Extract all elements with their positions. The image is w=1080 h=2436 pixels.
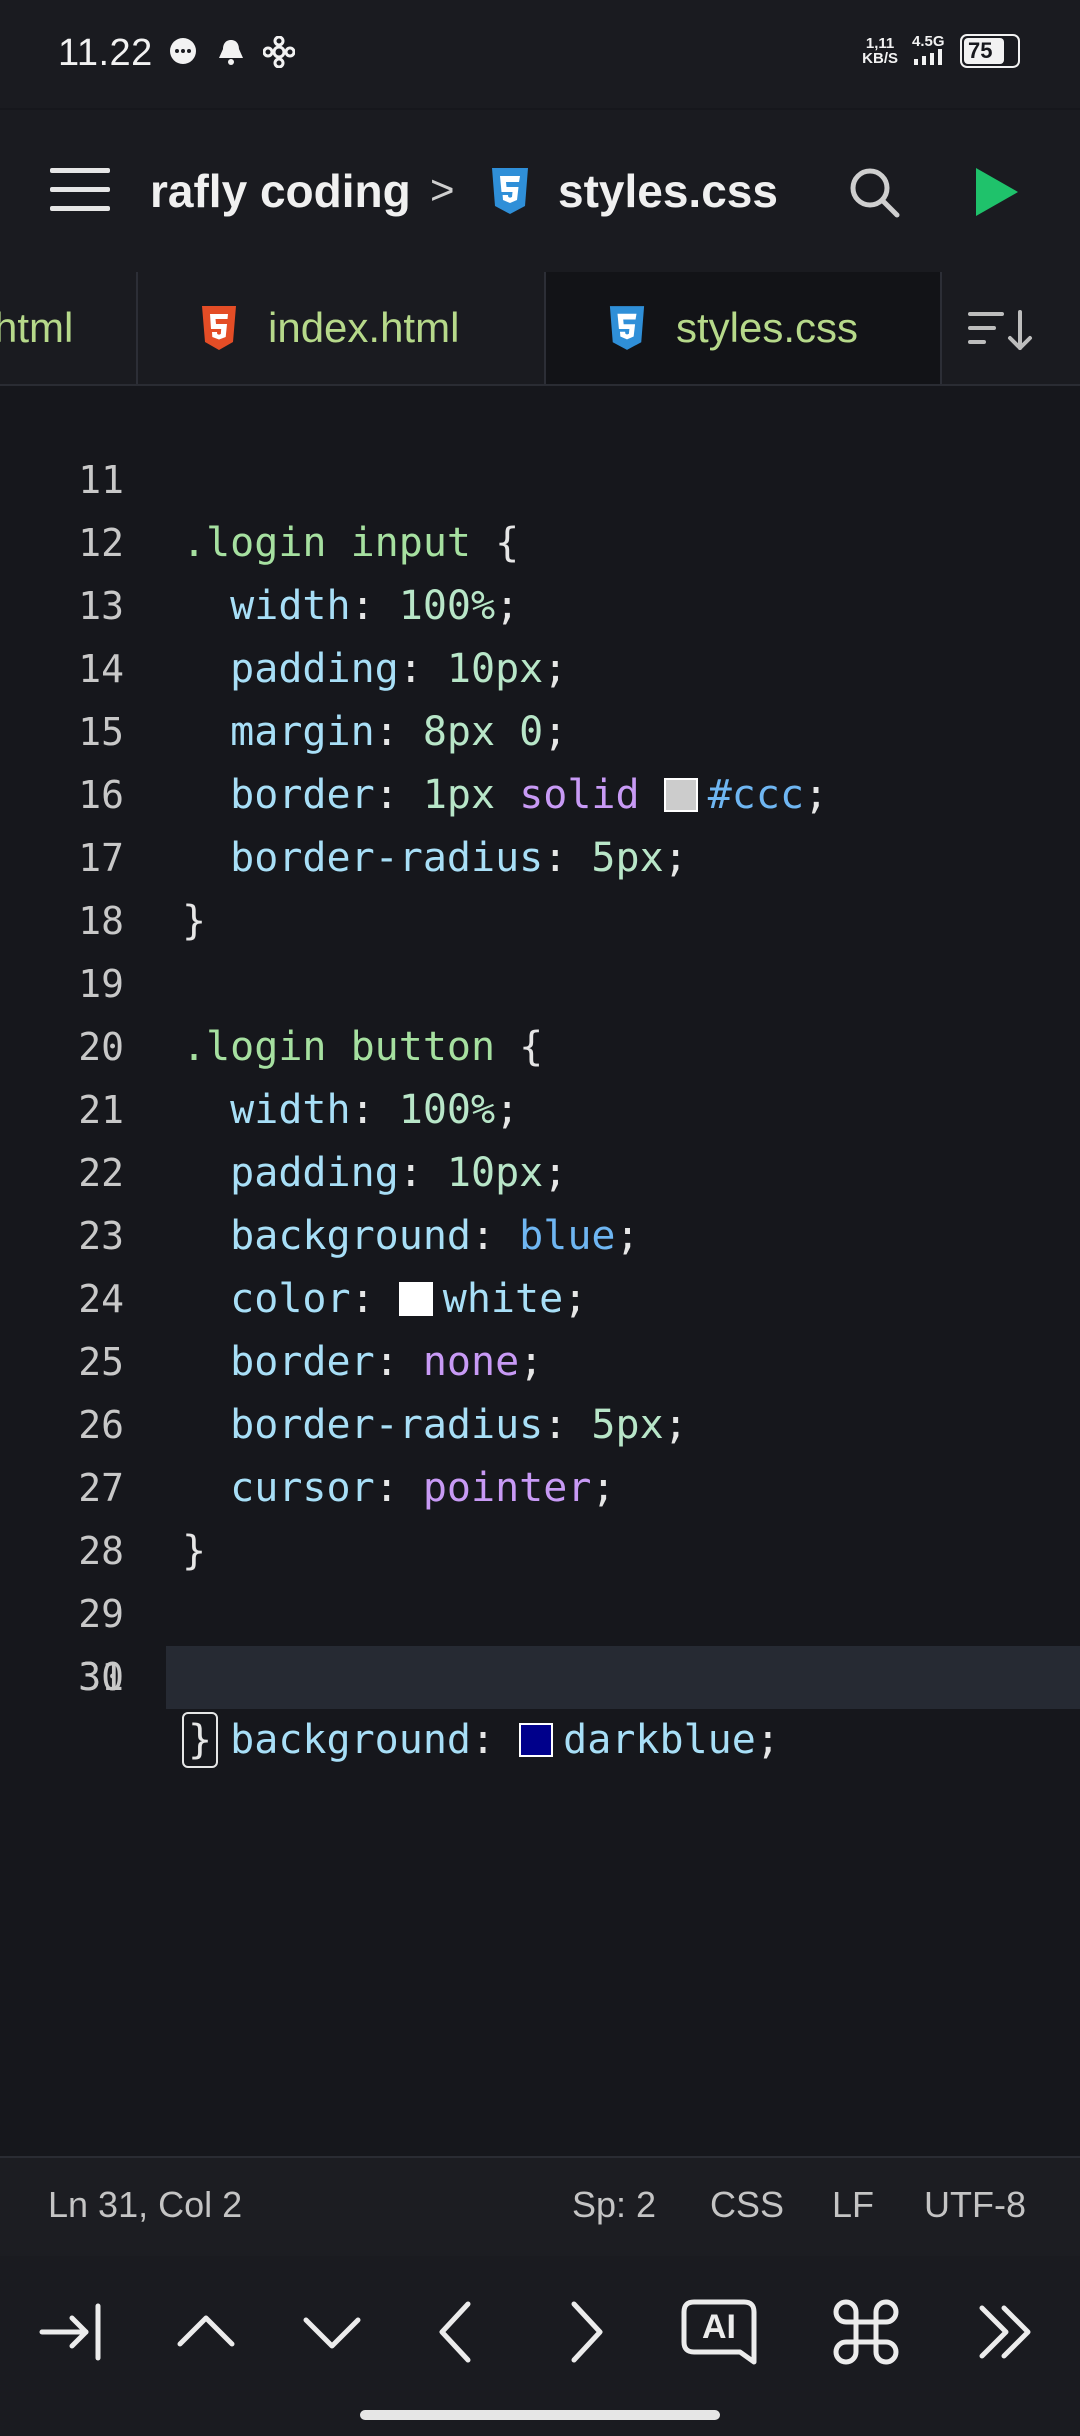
code-line[interactable]: 17 } — [0, 764, 1080, 944]
code-line-current[interactable]: } — [166, 1646, 1080, 1768]
arrow-down-icon[interactable] — [296, 2296, 368, 2368]
ai-icon[interactable]: AI — [680, 2296, 758, 2368]
code-line[interactable]: 21 padding: 10px; — [0, 1016, 1080, 1196]
system-status-bar: 11.22 1,11 KB/S 4.5G 75 — [0, 0, 1080, 108]
notification-icon — [214, 36, 248, 70]
network-speed: 1,11 KB/S — [862, 35, 898, 67]
css3-icon — [609, 306, 645, 350]
code-line[interactable]: 20 width: 100%; — [0, 953, 1080, 1133]
file-encoding[interactable]: UTF-8 — [924, 2184, 1026, 2226]
tab-html-partial[interactable]: html — [0, 272, 136, 384]
command-icon[interactable] — [830, 2296, 902, 2368]
menu-icon[interactable] — [50, 168, 110, 216]
code-line[interactable]: 26 cursor: pointer; — [0, 1331, 1080, 1511]
code-line[interactable]: 25 border-radius: 5px; — [0, 1268, 1080, 1448]
signal-indicator: 4.5G — [912, 34, 946, 68]
breadcrumb-separator: > — [430, 166, 455, 213]
code-line[interactable]: 13 padding: 10px; — [0, 512, 1080, 692]
code-line[interactable]: 23 color: white; — [0, 1142, 1080, 1322]
arrow-up-icon[interactable] — [170, 2296, 242, 2368]
indent-setting[interactable]: Sp: 2 — [572, 2184, 656, 2226]
code-line[interactable]: 15 border: 1px solid #ccc; — [0, 638, 1080, 818]
code-editor[interactable]: 11 .login input { 12 width: 100%; 13 pad… — [0, 386, 1080, 2156]
run-icon[interactable] — [972, 166, 1020, 218]
status-time: 11.22 — [58, 32, 153, 74]
arrow-right-icon[interactable] — [548, 2296, 620, 2368]
status-notification-icons — [166, 35, 296, 70]
code-line[interactable]: 16 border-radius: 5px; — [0, 701, 1080, 881]
code-line[interactable]: 29 .login button:hover { — [0, 1520, 1080, 1705]
battery-icon: 75 — [960, 34, 1020, 68]
sort-tabs-icon[interactable] — [968, 308, 1034, 352]
matched-brace: } — [182, 1712, 219, 1768]
code-line[interactable]: 18 — [0, 827, 1080, 943]
tab-key-icon[interactable] — [36, 2296, 108, 2368]
file-tab-bar: html index.html styles.css — [0, 272, 1080, 386]
code-line[interactable]: 14 margin: 8px 0; — [0, 575, 1080, 755]
css3-icon — [492, 168, 528, 214]
current-file-name: styles.css — [558, 165, 778, 217]
settings-icon — [262, 35, 296, 70]
code-line[interactable]: 30 background: darkblue; — [0, 1583, 1080, 1763]
code-line[interactable]: 19 .login button { — [0, 890, 1080, 1070]
more-icon[interactable] — [970, 2296, 1042, 2368]
line-number-current: 31 — [78, 1655, 124, 1699]
search-icon[interactable] — [846, 164, 902, 220]
editor-status-line: Ln 31, Col 2 Sp: 2 CSS LF UTF-8 — [0, 2156, 1080, 2256]
language-mode[interactable]: CSS — [710, 2184, 784, 2226]
project-name[interactable]: rafly coding — [150, 164, 411, 218]
code-line[interactable]: 27 } — [0, 1394, 1080, 1574]
status-right-group: 1,11 KB/S 4.5G 75 — [862, 34, 1020, 68]
chat-icon — [166, 36, 200, 70]
app-header: rafly coding > styles.css — [0, 110, 1080, 272]
color-swatch-darkblue[interactable] — [519, 1723, 554, 1757]
code-line[interactable]: 24 border: none; — [0, 1205, 1080, 1385]
signal-bars-icon — [914, 49, 942, 65]
tab-styles-css[interactable]: styles.css — [546, 272, 940, 384]
line-ending[interactable]: LF — [832, 2184, 874, 2226]
home-indicator[interactable] — [360, 2410, 720, 2420]
code-line[interactable]: 28 — [0, 1457, 1080, 1573]
code-line[interactable]: 11 .login input { — [0, 386, 1080, 566]
code-line[interactable]: 12 width: 100%; — [0, 449, 1080, 629]
battery-level: 75 — [968, 38, 993, 63]
code-line[interactable]: 22 background: blue; — [0, 1079, 1080, 1259]
tab-index-html[interactable]: index.html — [200, 272, 540, 384]
cursor-position[interactable]: Ln 31, Col 2 — [48, 2184, 242, 2226]
keyboard-toolbar: AI — [0, 2256, 1080, 2436]
html5-icon — [202, 306, 236, 350]
arrow-left-icon[interactable] — [422, 2296, 494, 2368]
